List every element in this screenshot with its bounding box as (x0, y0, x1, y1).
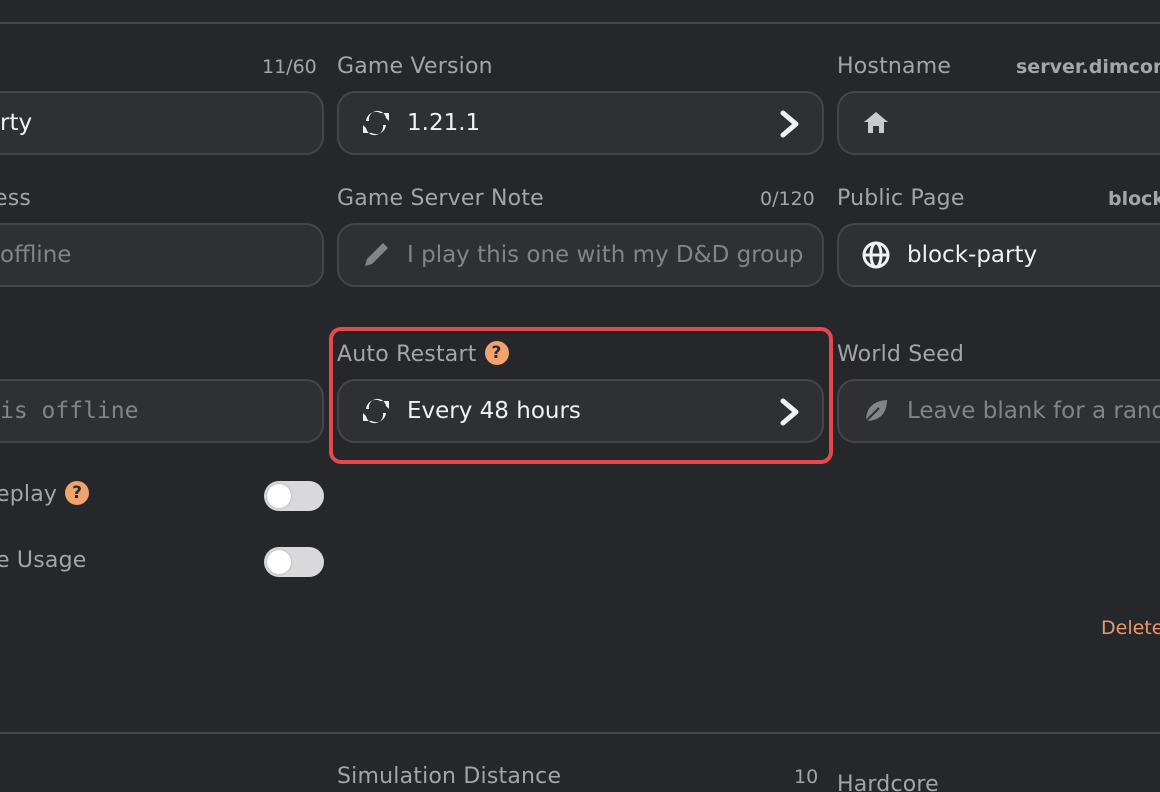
replay-label: eplay? (0, 481, 90, 507)
refresh-icon (359, 106, 393, 140)
usage-label: e Usage (0, 548, 87, 573)
delete-server-link[interactable]: Delete (1101, 617, 1160, 639)
auto-restart-label-text: Auto Restart (337, 342, 477, 367)
pencil-icon (359, 238, 393, 272)
help-icon[interactable]: ? (65, 481, 90, 505)
home-icon (859, 106, 893, 140)
chevron-right-icon (780, 110, 799, 138)
simulation-distance-value: 10 (794, 766, 819, 788)
globe-icon (859, 238, 893, 272)
section-divider (0, 732, 1160, 734)
address-label: ess (0, 186, 32, 211)
world-seed-label: World Seed (837, 342, 965, 367)
auto-restart-select[interactable]: Every 48 hours (337, 379, 824, 443)
hardcore-label: Hardcore (837, 772, 939, 792)
note-placeholder: I play this one with my D&D group (407, 242, 804, 268)
game-version-select[interactable]: 1.21.1 (337, 91, 824, 155)
replay-toggle[interactable] (264, 481, 324, 511)
refresh-icon (359, 394, 393, 428)
server-name-field[interactable]: rty (0, 91, 324, 155)
usage-toggle[interactable] (264, 547, 324, 577)
top-divider (0, 22, 1160, 24)
game-version-value: 1.21.1 (407, 110, 481, 136)
server-settings-page: 11/60 rty ess offline is offline eplay? … (0, 0, 1160, 792)
address-placeholder: offline (0, 242, 72, 268)
chevron-right-icon (780, 398, 799, 426)
offline-message-placeholder: is offline (0, 398, 139, 424)
note-label: Game Server Note (337, 186, 544, 211)
toggle-knob (267, 484, 291, 508)
help-icon[interactable]: ? (484, 341, 509, 365)
address-field[interactable]: offline (0, 223, 324, 287)
note-char-counter: 0/120 (760, 188, 815, 210)
leaf-icon (859, 394, 893, 428)
toggle-knob (267, 550, 291, 574)
name-char-counter: 11/60 (262, 56, 317, 78)
simulation-distance-label: Simulation Distance (337, 764, 562, 789)
world-seed-placeholder: Leave blank for a rando (907, 398, 1160, 424)
replay-label-text: eplay (0, 482, 58, 507)
world-seed-input[interactable]: Leave blank for a rando (837, 379, 1160, 443)
public-page-meta: block (1108, 188, 1160, 210)
public-page-value: block-party (907, 242, 1038, 268)
auto-restart-label: Auto Restart? (337, 341, 509, 367)
server-name-value: rty (0, 110, 33, 136)
hostname-address: server.dimcon (1016, 56, 1160, 78)
public-page-label: Public Page (837, 186, 965, 211)
offline-message-field[interactable]: is offline (0, 379, 324, 443)
public-page-field[interactable]: block-party (837, 223, 1160, 287)
game-version-label: Game Version (337, 54, 493, 79)
note-input[interactable]: I play this one with my D&D group (337, 223, 824, 287)
hostname-label: Hostname (837, 54, 952, 79)
auto-restart-value: Every 48 hours (407, 398, 581, 424)
hostname-field[interactable] (837, 91, 1160, 155)
